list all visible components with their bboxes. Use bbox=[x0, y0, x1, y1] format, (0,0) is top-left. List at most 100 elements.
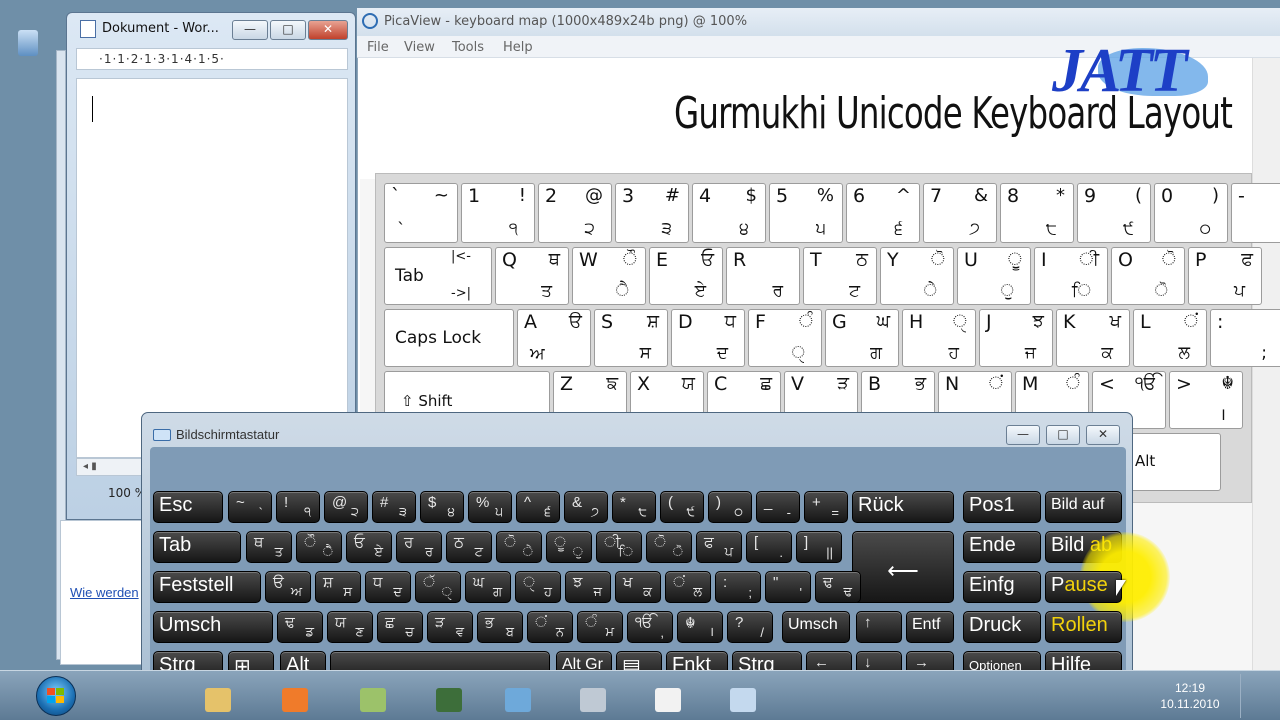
osk-char-key[interactable]: * ੮ bbox=[612, 491, 656, 523]
menu-tools[interactable]: Tools bbox=[452, 40, 484, 55]
osk-char-key[interactable]: ਠਟ bbox=[446, 531, 492, 563]
key-backspace[interactable]: Rück bbox=[852, 491, 954, 523]
key-esc[interactable]: Esc bbox=[153, 491, 223, 523]
map-key-tl-label: - bbox=[1238, 185, 1245, 207]
word-maximize-button[interactable]: □ bbox=[270, 20, 306, 40]
clock-date: 10.11.2010 bbox=[1160, 697, 1220, 711]
osk-char-key[interactable]: @੨ bbox=[324, 491, 368, 523]
osk-char-key[interactable]: ੳਅ bbox=[265, 571, 311, 603]
osk-char-key[interactable]: ) ੦ bbox=[708, 491, 752, 523]
word-ruler[interactable]: ·1·1·2·1·3·1·4·1·5· bbox=[76, 48, 348, 70]
key-insert[interactable]: Einfg bbox=[963, 571, 1041, 603]
osk-maximize-button[interactable]: □ bbox=[1046, 425, 1080, 445]
desktop-icon[interactable] bbox=[18, 30, 38, 56]
key-pause[interactable]: Pause bbox=[1045, 571, 1122, 603]
osk-char-key[interactable]: & ੭ bbox=[564, 491, 608, 523]
osk-char-key[interactable]: ੰ ਮ bbox=[577, 611, 623, 643]
key-shift-right[interactable]: Umsch bbox=[782, 611, 850, 643]
osk-close-button[interactable]: ✕ bbox=[1086, 425, 1120, 445]
osk-char-key[interactable]: :; bbox=[715, 571, 761, 603]
osk-char-key[interactable]: ! ੧ bbox=[276, 491, 320, 523]
osk-char-key[interactable]: ਰਰ bbox=[396, 531, 442, 563]
osk-char-key[interactable]: ੴ, bbox=[627, 611, 673, 643]
osk-char-key[interactable]: [. bbox=[746, 531, 792, 563]
osk-minimize-button[interactable]: — bbox=[1006, 425, 1040, 445]
key-shift-left[interactable]: Umsch bbox=[153, 611, 273, 643]
map-key-tr-label: |<- bbox=[451, 249, 471, 264]
word-close-button[interactable]: ✕ bbox=[308, 20, 348, 40]
taskbar-app-icon[interactable] bbox=[360, 688, 386, 712]
taskbar-clock[interactable]: 12:19 10.11.2010 bbox=[1150, 680, 1230, 712]
key-arrow-up[interactable]: ↑ bbox=[856, 611, 902, 643]
menu-help[interactable]: Help bbox=[503, 40, 533, 55]
map-key: K ਖਕ bbox=[1056, 309, 1130, 367]
key-page-up[interactable]: Bild auf bbox=[1045, 491, 1122, 523]
show-desktop-button[interactable] bbox=[1240, 674, 1252, 718]
word-minimize-button[interactable]: — bbox=[232, 20, 268, 40]
osk-char-key[interactable]: ਸ਼ ਸ bbox=[315, 571, 361, 603]
osk-char-key[interactable]: ੱੑ bbox=[415, 571, 461, 603]
taskbar-document-icon[interactable] bbox=[655, 688, 681, 712]
taskbar-picaview-icon[interactable] bbox=[730, 688, 756, 712]
osk-char-key[interactable]: ੋੋ bbox=[646, 531, 692, 563]
key-end[interactable]: Ende bbox=[963, 531, 1041, 563]
osk-char-key[interactable]: ੂੁ bbox=[546, 531, 592, 563]
osk-char-key[interactable]: + = bbox=[804, 491, 848, 523]
osk-char-key[interactable]: ੋੇ bbox=[496, 531, 542, 563]
map-key: G ਘਗ bbox=[825, 309, 899, 367]
osk-char-key[interactable]: ਥਤ bbox=[246, 531, 292, 563]
key-scroll-lock[interactable]: Rollen bbox=[1045, 611, 1122, 643]
osk-char-key[interactable]: ਯਣ bbox=[327, 611, 373, 643]
osk-char-key[interactable]: " ' bbox=[765, 571, 811, 603]
key-enter[interactable]: ⟵ bbox=[852, 531, 954, 603]
osk-char-key[interactable]: ☬ । bbox=[677, 611, 723, 643]
osk-char-key[interactable]: ^ ੬ bbox=[516, 491, 560, 523]
menu-view[interactable]: View bbox=[404, 40, 435, 55]
map-key-tl-label: I bbox=[1041, 249, 1047, 271]
osk-char-key[interactable]: ~ ` bbox=[228, 491, 272, 523]
osk-char-key[interactable]: % ੫ bbox=[468, 491, 512, 523]
taskbar-media-icon[interactable] bbox=[282, 688, 308, 712]
osk-char-key[interactable]: (੯ bbox=[660, 491, 704, 523]
osk-char-key[interactable]: ਛਚ bbox=[377, 611, 423, 643]
osk-char-key[interactable]: ੌੈ bbox=[296, 531, 342, 563]
osk-char-key[interactable]: ਂ ਲ bbox=[665, 571, 711, 603]
osk-char-key[interactable]: ? / bbox=[727, 611, 773, 643]
osk-char-key[interactable]: ਢਡ bbox=[277, 611, 323, 643]
key-capslock[interactable]: Feststell bbox=[153, 571, 261, 603]
osk-key-shift-label: ਯ bbox=[335, 614, 347, 631]
taskbar-word-icon[interactable] bbox=[436, 688, 462, 712]
map-key-tr-label: ੀ bbox=[1079, 249, 1099, 270]
osk-char-key[interactable]: ਝਜ bbox=[565, 571, 611, 603]
key-tab[interactable]: Tab bbox=[153, 531, 241, 563]
help-link[interactable]: Wie werden bbox=[70, 585, 139, 600]
osk-char-key[interactable]: ਫਪ bbox=[696, 531, 742, 563]
osk-char-key[interactable]: ੜਵ bbox=[427, 611, 473, 643]
key-delete[interactable]: Entf bbox=[906, 611, 954, 643]
osk-char-key[interactable]: ਭਬ bbox=[477, 611, 523, 643]
osk-char-key[interactable]: $੪ bbox=[420, 491, 464, 523]
osk-char-key[interactable]: ] || bbox=[796, 531, 842, 563]
osk-key-base-label: ਜ bbox=[593, 584, 603, 599]
key-print[interactable]: Druck bbox=[963, 611, 1041, 643]
word-document-page[interactable] bbox=[76, 78, 348, 458]
key-home[interactable]: Pos1 bbox=[963, 491, 1041, 523]
map-key-tl-label: 0 bbox=[1161, 185, 1174, 207]
osk-char-key[interactable]: ਖਕ bbox=[615, 571, 661, 603]
osk-char-key[interactable]: ਢਢ bbox=[815, 571, 861, 603]
taskbar-network-icon[interactable] bbox=[505, 688, 531, 712]
map-key-tr-label: ੴ bbox=[1135, 373, 1157, 394]
osk-char-key[interactable]: ੑ ਹ bbox=[515, 571, 561, 603]
osk-char-key[interactable]: ੀਿ bbox=[596, 531, 642, 563]
menu-file[interactable]: File bbox=[367, 40, 389, 55]
osk-char-key[interactable]: #੩ bbox=[372, 491, 416, 523]
osk-char-key[interactable]: _ - bbox=[756, 491, 800, 523]
map-key: 5% ੫ bbox=[769, 183, 843, 243]
map-key-br-label: ਹ bbox=[948, 343, 959, 363]
osk-char-key[interactable]: ਂ ਨ bbox=[527, 611, 573, 643]
taskbar-explorer-icon[interactable] bbox=[205, 688, 231, 712]
osk-char-key[interactable]: ਧਦ bbox=[365, 571, 411, 603]
osk-char-key[interactable]: ਘਗ bbox=[465, 571, 511, 603]
taskbar-osk-icon[interactable] bbox=[580, 688, 606, 712]
osk-char-key[interactable]: ਓਏ bbox=[346, 531, 392, 563]
